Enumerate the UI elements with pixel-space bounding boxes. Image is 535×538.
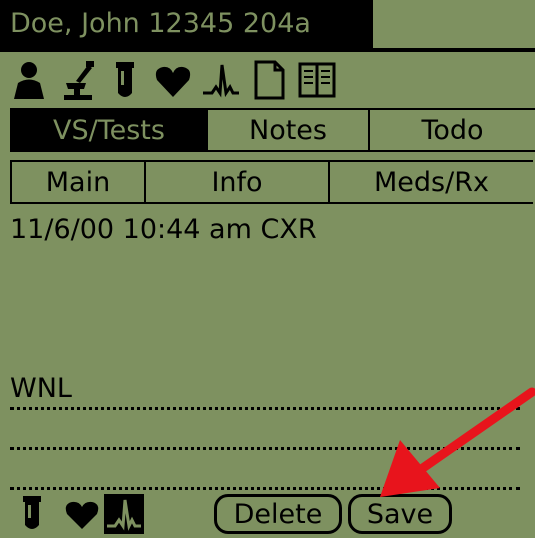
book-icon[interactable] bbox=[296, 59, 338, 101]
note-line-1[interactable]: WNL bbox=[10, 370, 520, 410]
category-icon-row bbox=[8, 58, 338, 102]
tab-info[interactable]: Info bbox=[144, 160, 330, 204]
patient-title[interactable]: Doe, John 12345 204a bbox=[0, 0, 373, 48]
ecg-icon[interactable] bbox=[200, 59, 242, 101]
document-icon[interactable] bbox=[248, 59, 290, 101]
note-line-3[interactable] bbox=[10, 450, 520, 490]
microscope-icon[interactable] bbox=[56, 59, 98, 101]
save-button[interactable]: Save bbox=[348, 494, 452, 534]
ecg-icon[interactable] bbox=[104, 494, 144, 534]
result-note-field[interactable]: WNL bbox=[10, 370, 520, 490]
heart-icon[interactable] bbox=[152, 59, 194, 101]
tab-row-secondary: Main Info Meds/Rx bbox=[10, 160, 535, 204]
palm-screen: Doe, John 12345 204a VS/Tests Notes Todo… bbox=[0, 0, 535, 538]
note-line-2[interactable] bbox=[10, 410, 520, 450]
tab-meds-rx[interactable]: Meds/Rx bbox=[328, 160, 533, 204]
test-entry-header: 11/6/00 10:44 am CXR bbox=[10, 214, 317, 245]
tab-main[interactable]: Main bbox=[10, 160, 146, 204]
tab-vs-tests[interactable]: VS/Tests bbox=[10, 108, 208, 152]
tab-todo[interactable]: Todo bbox=[368, 108, 535, 152]
tab-notes[interactable]: Notes bbox=[206, 108, 370, 152]
heart-icon[interactable] bbox=[62, 494, 102, 534]
bottom-toolbar: Delete Save bbox=[0, 492, 535, 538]
delete-button[interactable]: Delete bbox=[214, 494, 342, 534]
title-underline bbox=[0, 48, 535, 52]
tab-row-primary: VS/Tests Notes Todo bbox=[10, 108, 535, 152]
person-icon[interactable] bbox=[8, 59, 50, 101]
test-tube-icon[interactable] bbox=[104, 59, 146, 101]
test-tube-icon[interactable] bbox=[12, 494, 52, 534]
